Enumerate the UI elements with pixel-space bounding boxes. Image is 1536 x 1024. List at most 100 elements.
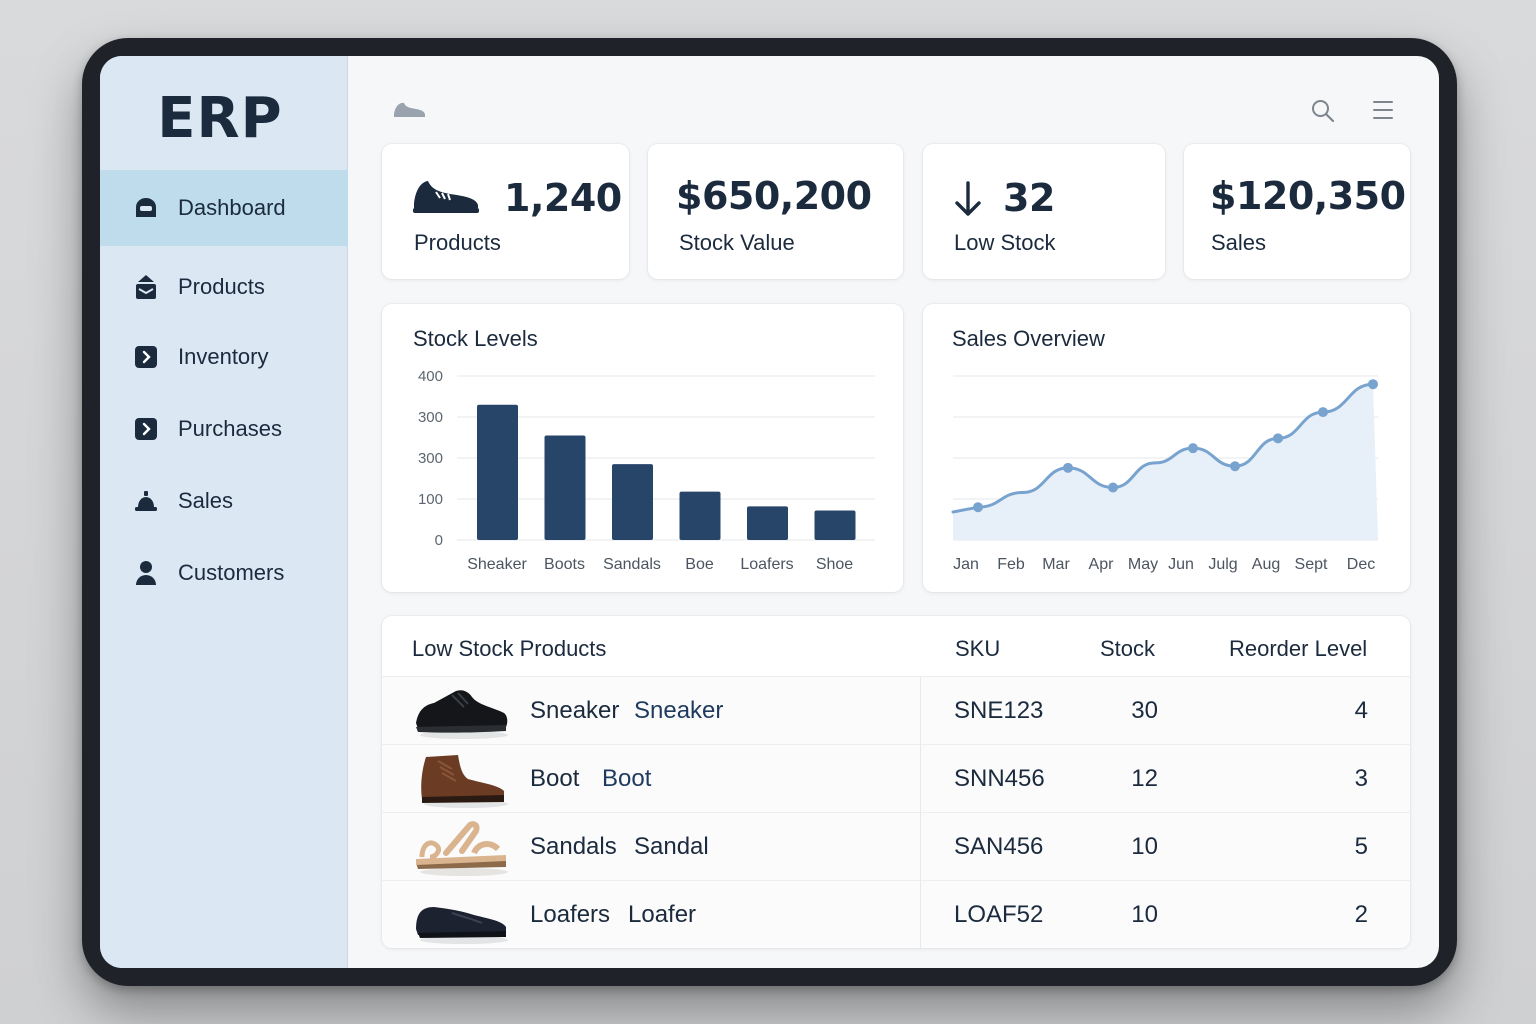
x-tick-label: Apr (1089, 556, 1115, 573)
x-tick-label: Jun (1168, 556, 1194, 573)
bar (679, 491, 721, 540)
stock-levels-card: Stock Levels 0 100 300 300 400 Sheaker Boots Sa… (382, 304, 903, 592)
y-tick-label: 100 (418, 491, 443, 508)
sidebar-item-label: Products (178, 274, 265, 299)
table-row[interactable]: Boot Boot SNN456 12 3 (382, 744, 1410, 812)
sidebar-item-label: Sales (178, 488, 234, 513)
kpi-card-low-stock: 32 Low Stock (923, 144, 1165, 279)
x-tick-label: May (1128, 556, 1158, 573)
y-tick-label: 300 (418, 409, 443, 426)
stock-levels-chart: 0 100 300 300 400 Sheaker Boots Sandals Boe Loafe… (418, 368, 875, 573)
product-variant: Loafer (628, 901, 697, 928)
product-stock: 10 (1131, 833, 1158, 860)
sandal-image (416, 821, 508, 876)
sidebar-item-label: Purchases (178, 416, 282, 441)
x-tick-label: Julg (1208, 556, 1237, 573)
kpi-label: Products (414, 230, 501, 255)
kpi-label: Low Stock (954, 230, 1056, 255)
product-variant: Sneaker (634, 697, 724, 724)
x-tick-label: Dec (1347, 556, 1375, 573)
product-reorder-level: 5 (1354, 833, 1368, 860)
product-reorder-level: 3 (1354, 765, 1368, 792)
sidebar: ERP Dashboard Products Inventory Purchas… (100, 56, 348, 968)
x-tick-label: Sheaker (467, 556, 527, 573)
app-logo: ERP (157, 86, 283, 151)
bar (612, 464, 653, 540)
data-point (973, 502, 983, 513)
product-name: Sneaker (530, 697, 620, 724)
data-point (1063, 462, 1073, 473)
bell-icon (134, 489, 158, 513)
x-tick-label: Boe (685, 556, 714, 573)
sales-overview-card: Sales Overview Jan Feb Mar Apr May Jun Julg Aug… (923, 304, 1410, 592)
kpi-card-stock-value: $650,200 Stock Value (648, 144, 903, 279)
kpi-card-products: 1,240 Products (382, 144, 629, 279)
chevron-right-icon (134, 417, 158, 441)
x-tick-label: Mar (1042, 556, 1070, 573)
kpi-value: 32 (1003, 176, 1055, 220)
product-stock: 30 (1131, 697, 1158, 724)
app-screen: ERP Dashboard Products Inventory Purchas… (100, 56, 1439, 968)
table-row[interactable]: Sneaker Sneaker SNE123 30 4 (382, 676, 1410, 744)
y-tick-label: 300 (418, 450, 443, 467)
y-tick-label: 400 (418, 368, 443, 385)
sales-overview-chart: Jan Feb Mar Apr May Jun Julg Aug Sept Dec (951, 375, 1378, 573)
product-sku: SAN456 (954, 833, 1044, 860)
sidebar-item-purchases[interactable]: Purchases (100, 398, 348, 460)
kpi-card-sales: $120,350 Sales (1184, 144, 1410, 279)
sidebar-item-dashboard[interactable]: Dashboard (100, 170, 348, 246)
bar (747, 506, 788, 540)
product-variant: Boot (602, 765, 652, 792)
data-point (1230, 461, 1240, 472)
bar (544, 435, 586, 540)
x-tick-label: Sandals (603, 556, 661, 573)
x-tick-label: Aug (1252, 556, 1280, 573)
column-header-stock: Stock (1100, 636, 1156, 661)
box-icon (134, 275, 158, 299)
data-point (1273, 433, 1283, 444)
kpi-value: 1,240 (504, 176, 622, 220)
shoe-icon (392, 100, 426, 125)
sneaker-icon (412, 178, 480, 221)
product-sku: SNN456 (954, 765, 1045, 792)
bar (814, 510, 856, 540)
product-reorder-level: 4 (1354, 697, 1368, 724)
product-name: Boot (530, 765, 580, 792)
loafer-image (416, 907, 508, 944)
table-row[interactable]: Loafers Loafer LOAF52 10 2 (382, 880, 1410, 948)
x-tick-label: Sept (1295, 556, 1328, 573)
chevron-right-icon (134, 345, 158, 369)
sidebar-item-sales[interactable]: Sales (100, 470, 348, 532)
low-stock-table: Low Stock Products SKU Stock Reorder Lev… (382, 616, 1410, 948)
table-row[interactable]: Sandals Sandal SAN456 10 5 (382, 812, 1410, 880)
sidebar-item-products[interactable]: Products (100, 256, 348, 318)
data-point (1318, 407, 1328, 418)
menu-icon[interactable] (1372, 98, 1394, 127)
product-reorder-level: 2 (1354, 901, 1368, 928)
x-tick-label: Jan (953, 556, 979, 573)
product-stock: 10 (1131, 901, 1158, 928)
x-tick-label: Loafers (740, 556, 793, 573)
search-icon[interactable] (1310, 98, 1336, 129)
x-tick-label: Feb (997, 556, 1025, 573)
y-tick-label: 0 (435, 532, 443, 549)
dashboard-icon (134, 196, 158, 220)
arrow-down-icon (953, 180, 983, 223)
x-tick-label: Shoe (816, 556, 853, 573)
sidebar-item-label: Dashboard (178, 195, 286, 220)
user-icon (134, 561, 158, 585)
sidebar-item-inventory[interactable]: Inventory (100, 326, 348, 388)
product-name: Sandals (530, 833, 617, 860)
kpi-label: Sales (1211, 230, 1267, 255)
sidebar-item-customers[interactable]: Customers (100, 542, 348, 604)
product-name: Loafers (530, 901, 611, 928)
data-point (1108, 482, 1118, 493)
product-sku: SNE123 (954, 697, 1044, 724)
data-point (1368, 379, 1378, 390)
bar (477, 404, 518, 540)
column-header-sku: SKU (955, 636, 1001, 661)
column-divider (920, 676, 921, 948)
product-sku: LOAF52 (954, 901, 1044, 928)
sidebar-item-label: Customers (178, 560, 285, 585)
kpi-label: Stock Value (679, 230, 795, 255)
